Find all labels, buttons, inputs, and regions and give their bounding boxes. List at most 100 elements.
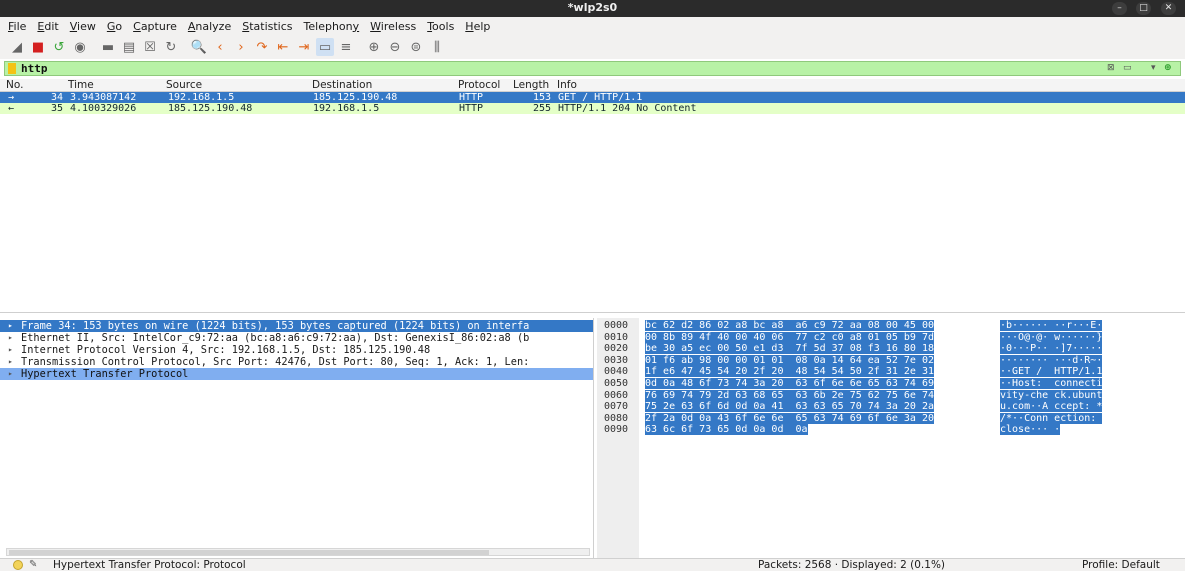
ascii-bytes[interactable]: ···O@·@· w······} <box>1000 331 1103 343</box>
go-forward-icon[interactable]: › <box>232 38 250 56</box>
bookmark-icon[interactable] <box>8 63 16 74</box>
menu-item[interactable]: File <box>8 20 26 33</box>
menu-item[interactable]: Statistics <box>242 20 292 33</box>
zoom-out-icon[interactable]: ⊖ <box>386 38 404 56</box>
ascii-bytes[interactable]: close··· · <box>1000 424 1061 436</box>
menu-item[interactable]: Wireless <box>370 20 416 33</box>
last-packet-icon[interactable]: ⇥ <box>295 38 313 56</box>
expand-arrow-icon[interactable]: ▸ <box>8 356 13 368</box>
expert-info-icon[interactable] <box>13 560 23 570</box>
hex-bytes[interactable]: be 30 a5 ec 00 50 e1 d3 7f 5d 37 08 f3 1… <box>645 343 934 355</box>
table-row[interactable]: ← 35 4.100329026 185.125.190.48 192.168.… <box>0 103 1185 114</box>
resize-columns-icon[interactable]: ⫼ <box>428 38 446 56</box>
minimize-icon[interactable]: – <box>1112 2 1127 15</box>
menu-item[interactable]: Go <box>107 20 122 33</box>
tree-item-frame[interactable]: ▸ Frame 34: 153 bytes on wire (1224 bits… <box>0 320 593 332</box>
cell-time: 3.943087142 <box>70 92 137 103</box>
menu-item[interactable]: Help <box>465 20 490 33</box>
hex-bytes[interactable]: 76 69 74 79 2d 63 68 65 63 6b 2e 75 62 7… <box>645 389 934 401</box>
column-destination[interactable]: Destination <box>312 79 372 91</box>
window-title: *wlp2s0 <box>567 1 618 14</box>
tree-item-tcp[interactable]: ▸ Transmission Control Protocol, Src Por… <box>0 356 593 368</box>
column-protocol[interactable]: Protocol <box>458 79 500 91</box>
close-file-icon[interactable]: ☒ <box>141 38 159 56</box>
edit-comment-icon[interactable]: ✎ <box>29 559 37 570</box>
bytes-row[interactable]: 0030 01 f6 ab 98 00 00 01 01 08 0a 14 64 … <box>597 354 1185 366</box>
add-filter-button-icon[interactable]: ⊕ <box>1164 63 1172 74</box>
expand-arrow-icon[interactable]: ▸ <box>8 320 13 332</box>
ascii-bytes[interactable]: ··Host: connecti <box>1000 378 1103 389</box>
menu-item[interactable]: View <box>70 20 96 33</box>
menu-item[interactable]: Analyze <box>188 20 231 33</box>
menu-item[interactable]: Telephony <box>304 20 360 33</box>
bytes-row[interactable]: 0050 0d 0a 48 6f 73 74 3a 20 63 6f 6e 6e … <box>597 378 1185 389</box>
zoom-in-icon[interactable]: ⊕ <box>365 38 383 56</box>
ascii-bytes[interactable]: ········ ···d·R~· <box>1000 354 1103 366</box>
ascii-bytes[interactable]: u.com··A ccept: * <box>1000 401 1103 413</box>
colorize-icon[interactable]: ≡ <box>337 38 355 56</box>
hex-bytes[interactable]: 2f 2a 0d 0a 43 6f 6e 6e 65 63 74 69 6f 6… <box>645 412 934 424</box>
options-icon[interactable]: ◉ <box>71 38 89 56</box>
column-length[interactable]: Length <box>513 79 549 91</box>
bytes-row[interactable]: 0080 2f 2a 0d 0a 43 6f 6e 6e 65 63 74 69 … <box>597 412 1185 424</box>
bytes-row[interactable]: 0040 1f e6 47 45 54 20 2f 20 48 54 54 50 … <box>597 366 1185 378</box>
ascii-bytes[interactable]: vity-che ck.ubunt <box>1000 389 1103 401</box>
column-info[interactable]: Info <box>557 79 577 91</box>
tree-item-ethernet[interactable]: ▸ Ethernet II, Src: IntelCor_c9:72:aa (b… <box>0 332 593 344</box>
hex-bytes[interactable]: 01 f6 ab 98 00 00 01 01 08 0a 14 64 ea 5… <box>645 354 934 366</box>
bytes-row[interactable]: 0000 bc 62 d2 86 02 a8 bc a8 a6 c9 72 aa … <box>597 320 1185 331</box>
expand-arrow-icon[interactable]: ▸ <box>8 344 13 356</box>
tree-item-ip[interactable]: ▸ Internet Protocol Version 4, Src: 192.… <box>0 344 593 356</box>
shark-fin-icon[interactable]: ◢ <box>8 38 26 56</box>
clear-filter-icon[interactable]: ⊠ <box>1107 63 1115 74</box>
hex-bytes[interactable]: 1f e6 47 45 54 20 2f 20 48 54 54 50 2f 3… <box>645 366 934 378</box>
scrollbar-thumb[interactable] <box>9 550 489 555</box>
bytes-row[interactable]: 0070 75 2e 63 6f 6d 0d 0a 41 63 63 65 70 … <box>597 401 1185 413</box>
close-icon[interactable]: ✕ <box>1161 2 1176 15</box>
bytes-row[interactable]: 0020 be 30 a5 ec 00 50 e1 d3 7f 5d 37 08 … <box>597 343 1185 355</box>
hex-bytes[interactable]: 00 8b 89 4f 40 00 40 06 77 c2 c0 a8 01 0… <box>645 331 934 343</box>
packet-list[interactable]: No. Time Source Destination Protocol Len… <box>0 79 1185 313</box>
menu-item[interactable]: Tools <box>427 20 454 33</box>
bytes-row[interactable]: 0060 76 69 74 79 2d 63 68 65 63 6b 2e 75 … <box>597 389 1185 401</box>
column-source[interactable]: Source <box>166 79 202 91</box>
normal-size-icon[interactable]: ⊜ <box>407 38 425 56</box>
tree-item-http[interactable]: ▸ Hypertext Transfer Protocol <box>0 368 593 380</box>
bytes-row[interactable]: 0010 00 8b 89 4f 40 00 40 06 77 c2 c0 a8 … <box>597 331 1185 343</box>
display-filter-input[interactable]: http <box>21 62 48 75</box>
bytes-row[interactable]: 0090 63 6c 6f 73 65 0d 0a 0d 0a close··· · <box>597 424 1185 436</box>
stop-icon[interactable]: ■ <box>29 38 47 56</box>
hex-bytes[interactable]: 0d 0a 48 6f 73 74 3a 20 63 6f 6e 6e 65 6… <box>645 378 934 389</box>
restart-icon[interactable]: ↺ <box>50 38 68 56</box>
column-time[interactable]: Time <box>68 79 94 91</box>
ascii-bytes[interactable]: ·b······ ··r···E· <box>1000 320 1103 331</box>
first-packet-icon[interactable]: ⇤ <box>274 38 292 56</box>
menu-item[interactable]: Capture <box>133 20 177 33</box>
menu-item[interactable]: Edit <box>37 20 58 33</box>
hex-bytes[interactable]: 75 2e 63 6f 6d 0d 0a 41 63 63 65 70 74 3… <box>645 401 934 413</box>
reload-icon[interactable]: ↻ <box>162 38 180 56</box>
expand-arrow-icon[interactable]: ▸ <box>8 332 13 344</box>
go-back-icon[interactable]: ‹ <box>211 38 229 56</box>
maximize-icon[interactable]: □ <box>1136 2 1151 15</box>
go-to-packet-icon[interactable]: ↷ <box>253 38 271 56</box>
autoscroll-icon[interactable]: ▭ <box>316 38 334 56</box>
find-icon[interactable]: 🔍 <box>190 38 208 56</box>
save-icon[interactable]: ▤ <box>120 38 138 56</box>
hex-bytes[interactable]: bc 62 d2 86 02 a8 bc a8 a6 c9 72 aa 08 0… <box>645 320 934 331</box>
apply-filter-icon[interactable]: ▭ <box>1123 63 1132 74</box>
horizontal-scrollbar[interactable] <box>6 548 590 556</box>
display-filter-bar[interactable]: http ⊠ ▭ ▾ ⊕ <box>4 61 1181 76</box>
column-no[interactable]: No. <box>6 79 23 91</box>
ascii-bytes[interactable]: ·0···P·· ·]7····· <box>1000 343 1103 355</box>
packet-bytes-pane[interactable]: 0000 bc 62 d2 86 02 a8 bc a8 a6 c9 72 aa … <box>597 318 1185 558</box>
open-icon[interactable]: ▬ <box>99 38 117 56</box>
recent-filters-icon[interactable]: ▾ <box>1151 63 1156 74</box>
hex-bytes[interactable]: 63 6c 6f 73 65 0d 0a 0d 0a <box>645 424 808 436</box>
ascii-bytes[interactable]: /*··Conn ection: <box>1000 412 1103 424</box>
ascii-bytes[interactable]: ··GET / HTTP/1.1 <box>1000 366 1103 378</box>
packet-details-pane[interactable]: ▸ Frame 34: 153 bytes on wire (1224 bits… <box>0 318 594 558</box>
table-row[interactable]: → 34 3.943087142 192.168.1.5 185.125.190… <box>0 92 1185 103</box>
expand-arrow-icon[interactable]: ▸ <box>8 368 13 380</box>
profile-label[interactable]: Profile: Default <box>1082 559 1160 571</box>
